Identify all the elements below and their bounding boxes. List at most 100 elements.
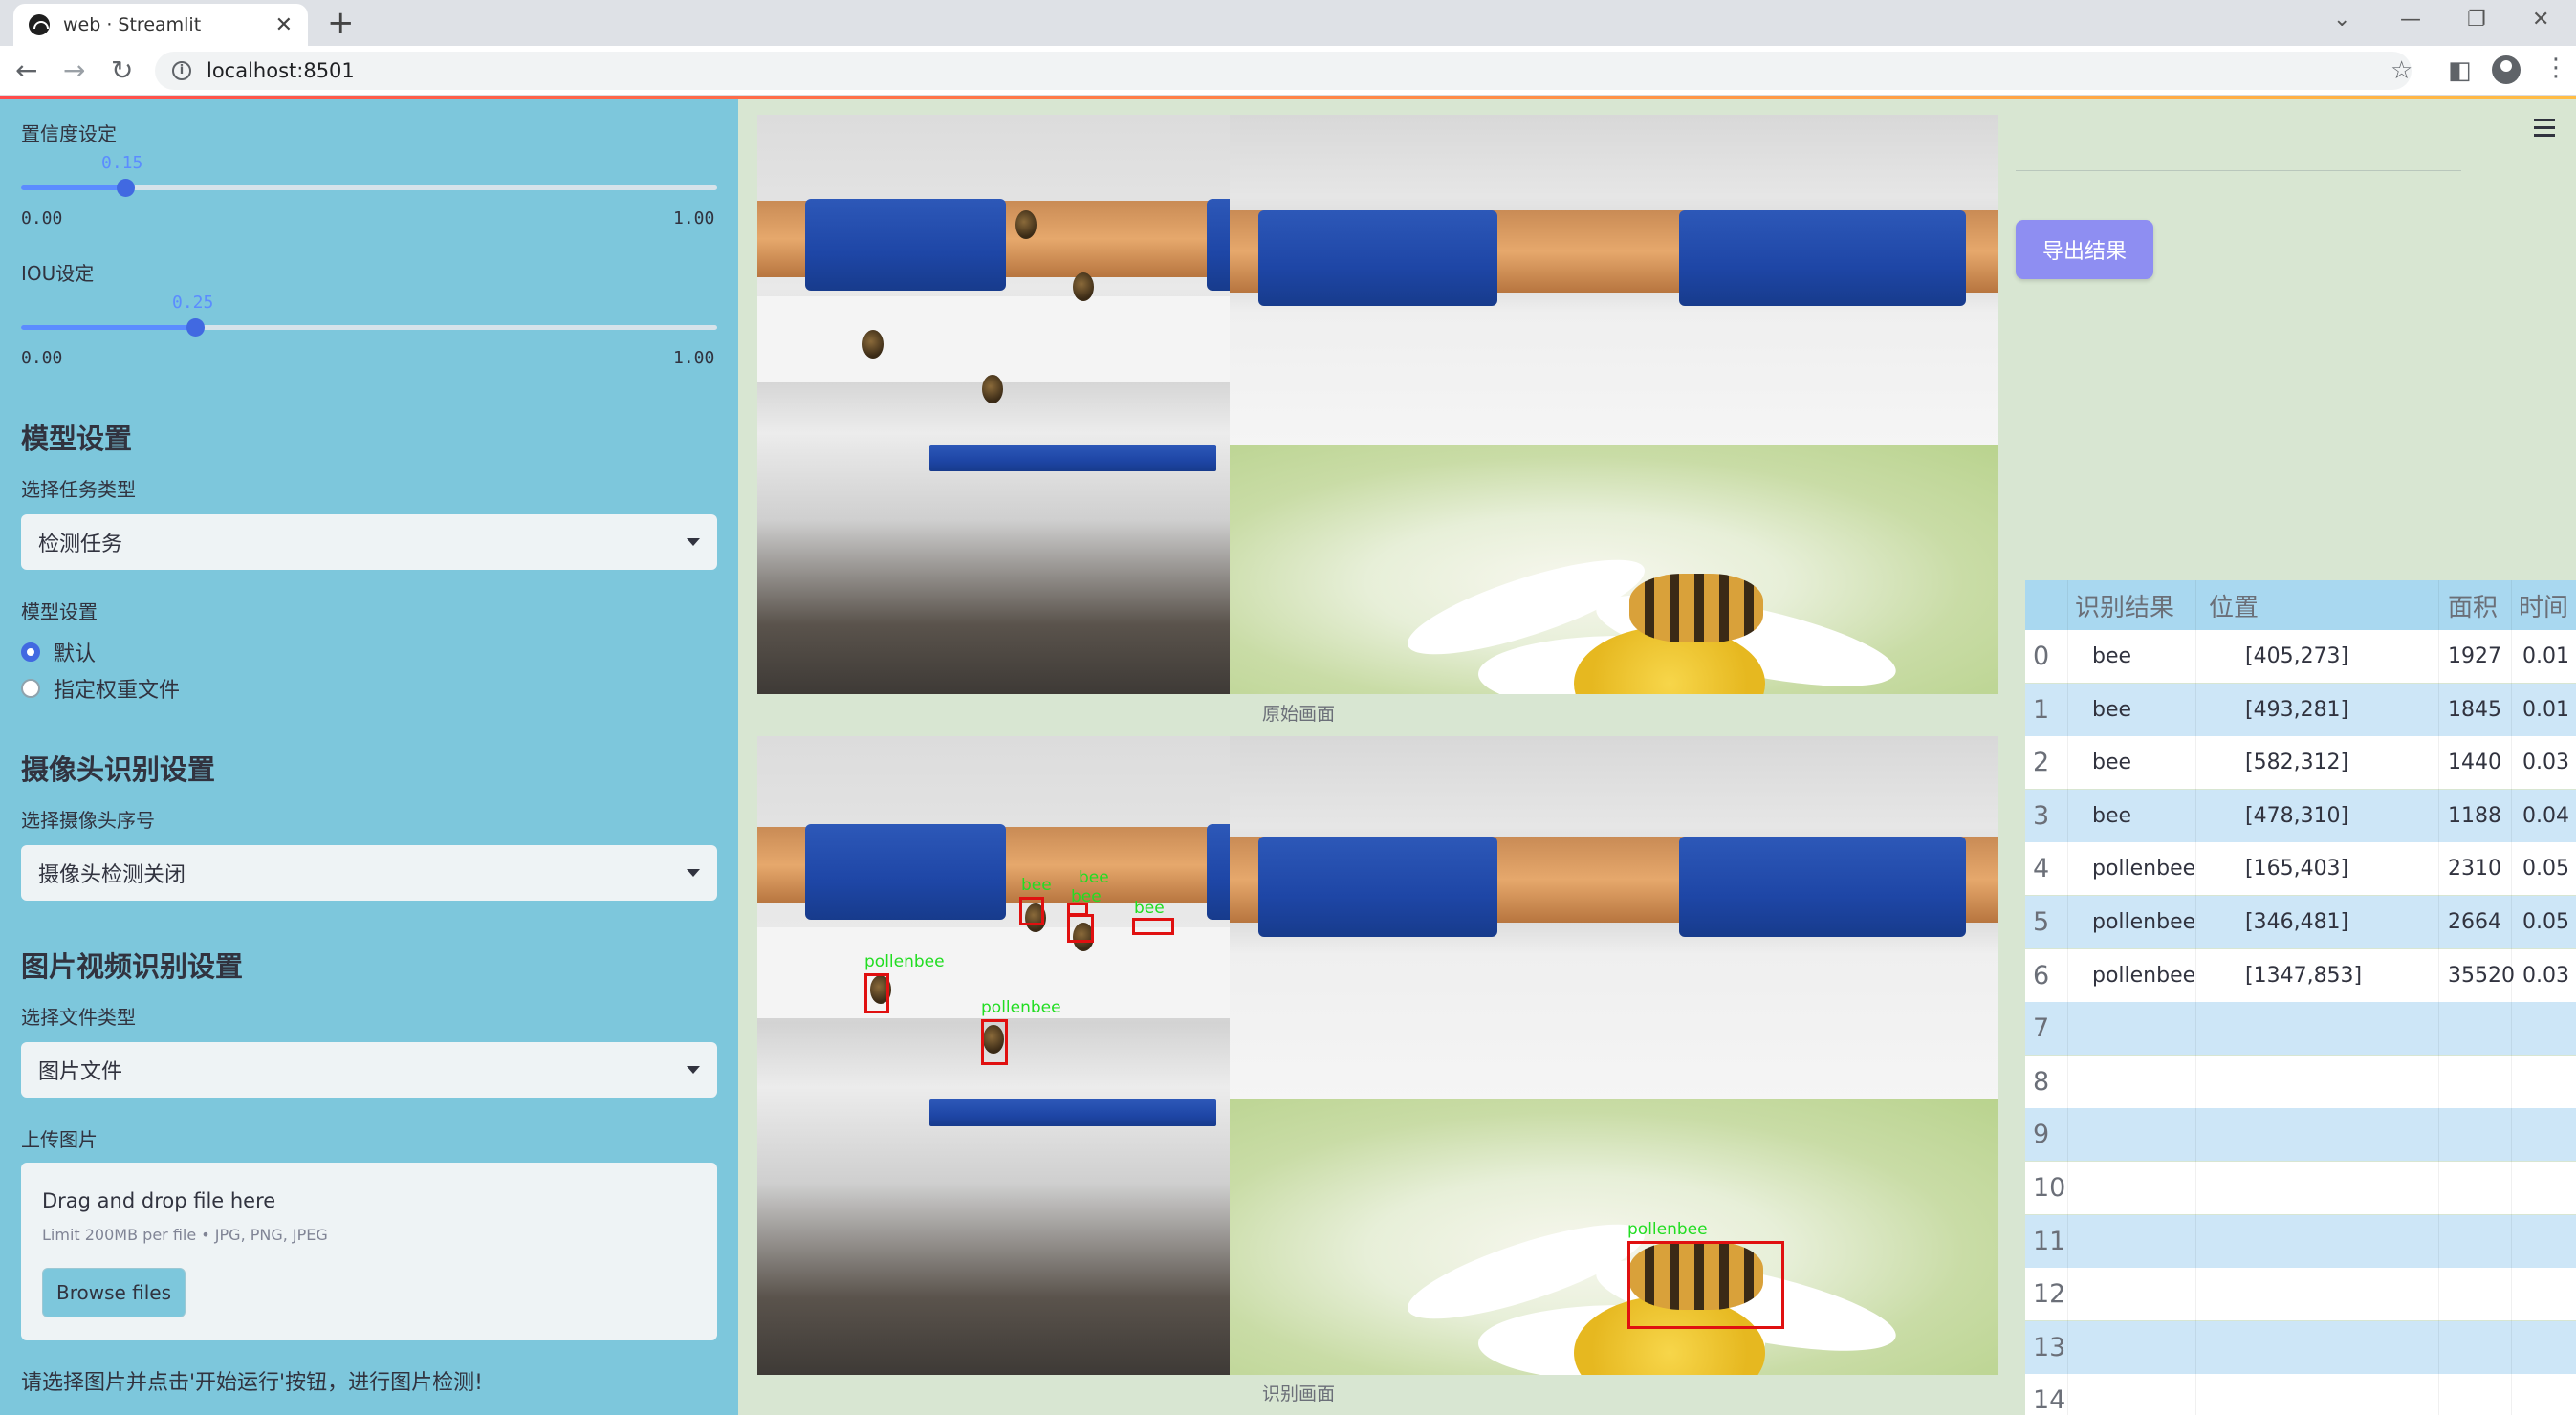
header-result[interactable]: 识别结果 <box>2075 588 2174 623</box>
cell-time: 0.01 <box>2522 644 2569 668</box>
radio-default-label: 默认 <box>54 642 97 666</box>
original-flower-image <box>1230 445 1998 694</box>
file-type-label: 选择文件类型 <box>21 1006 136 1029</box>
cell-area: 35520 <box>2448 963 2515 988</box>
cell-time: 0.03 <box>2522 751 2569 775</box>
url-bar[interactable]: i localhost:8501 <box>155 52 2412 90</box>
column-divider <box>2438 580 2439 1415</box>
task-type-select[interactable]: 检测任务 <box>21 514 717 570</box>
upload-label: 上传图片 <box>21 1128 98 1151</box>
row-index: 5 <box>2033 907 2050 937</box>
reload-icon[interactable]: ↻ <box>111 55 133 86</box>
confidence-slider-thumb[interactable] <box>117 179 136 197</box>
cell-position: [165,403] <box>2245 857 2349 882</box>
browser-tabstrip: web · Streamlit ✕ + ⌄ — ❐ ✕ <box>0 0 2576 46</box>
confidence-max: 1.00 <box>673 208 715 229</box>
cell-result: pollenbee <box>2092 963 2196 988</box>
row-index: 13 <box>2033 1332 2066 1362</box>
cell-area: 2664 <box>2448 910 2501 934</box>
cell-area: 1927 <box>2448 644 2501 668</box>
table-row[interactable]: 10 <box>2025 1162 2576 1214</box>
table-row[interactable]: 7 <box>2025 1002 2576 1056</box>
header-area[interactable]: 面积 <box>2448 588 2498 623</box>
row-index: 9 <box>2033 1120 2050 1150</box>
table-row[interactable]: 6 pollenbee [1347,853] 35520 0.03 <box>2025 948 2576 1002</box>
iou-slider-fill <box>21 325 195 330</box>
table-row[interactable]: 0 bee [405,273] 1927 0.01 <box>2025 630 2576 683</box>
back-icon[interactable]: ← <box>15 55 37 86</box>
header-position[interactable]: 位置 <box>2209 588 2259 623</box>
table-row[interactable]: 5 pollenbee [346,481] 2664 0.05 <box>2025 896 2576 948</box>
profile-avatar[interactable] <box>2492 55 2521 84</box>
site-info-icon[interactable]: i <box>172 61 191 80</box>
original-hive-image-2 <box>1230 115 1998 445</box>
detection-label: pollenbee <box>981 998 1061 1017</box>
detection-label: bee <box>1079 868 1109 887</box>
file-settings-heading: 图片视频识别设置 <box>21 950 244 983</box>
table-row[interactable]: 9 <box>2025 1108 2576 1162</box>
bookmark-star-icon[interactable]: ☆ <box>2390 55 2412 86</box>
tab-close-icon[interactable]: ✕ <box>275 13 293 37</box>
table-row[interactable]: 8 <box>2025 1055 2576 1108</box>
close-window-icon[interactable]: ✕ <box>2532 8 2549 32</box>
radio-checked-icon <box>21 642 40 662</box>
export-results-button[interactable]: 导出结果 <box>2016 220 2153 279</box>
row-index: 0 <box>2033 642 2050 671</box>
model-weights-label: 模型设置 <box>21 600 98 623</box>
confidence-min: 0.00 <box>21 208 63 229</box>
table-row[interactable]: 1 bee [493,281] 1845 0.01 <box>2025 683 2576 736</box>
iou-slider-thumb[interactable] <box>186 318 205 337</box>
browser-toolbar: ← → ↻ i localhost:8501 ☆ ◧ <box>0 46 2576 96</box>
row-index: 4 <box>2033 854 2050 884</box>
detection-box-bee <box>1019 897 1044 925</box>
iou-value: 0.25 <box>172 293 214 313</box>
cell-time: 0.05 <box>2522 910 2569 934</box>
header-time[interactable]: 时间 <box>2519 588 2568 623</box>
table-row[interactable]: 13 <box>2025 1320 2576 1374</box>
cell-position: [346,481] <box>2245 910 2349 934</box>
camera-select[interactable]: 摄像头检测关闭 <box>21 845 717 901</box>
cell-result: pollenbee <box>2092 857 2196 882</box>
detection-label: bee <box>1134 899 1165 918</box>
row-index: 2 <box>2033 748 2050 778</box>
cell-result: bee <box>2092 751 2132 775</box>
file-dropzone[interactable]: Drag and drop file here Limit 200MB per … <box>21 1163 717 1340</box>
browser-menu-icon[interactable]: ⋮ <box>2543 54 2568 82</box>
forward-icon[interactable]: → <box>63 55 85 86</box>
dropzone-limit: Limit 200MB per file • JPG, PNG, JPEG <box>42 1226 328 1244</box>
app-menu-icon[interactable] <box>2534 119 2555 142</box>
table-row[interactable]: 14 <box>2025 1374 2576 1415</box>
results-table[interactable]: 识别结果 位置 面积 时间 0 bee [405,273] 1927 0.01 1 bee [… <box>2025 580 2576 1415</box>
radio-default[interactable]: 默认 <box>21 637 96 667</box>
iou-slider[interactable] <box>21 318 717 337</box>
tab-search-icon[interactable]: ⌄ <box>2333 8 2350 32</box>
cell-time: 0.05 <box>2522 857 2569 882</box>
table-row[interactable]: 4 pollenbee [165,403] 2310 0.05 <box>2025 842 2576 896</box>
task-type-label: 选择任务类型 <box>21 478 136 501</box>
table-header-row: 识别结果 位置 面积 时间 <box>2025 580 2576 630</box>
minimize-icon[interactable]: — <box>2400 8 2421 32</box>
side-panel-icon[interactable]: ◧ <box>2448 55 2472 86</box>
table-row[interactable]: 3 bee [478,310] 1188 0.04 <box>2025 789 2576 842</box>
dropzone-title: Drag and drop file here <box>42 1189 276 1212</box>
radio-custom-weights[interactable]: 指定权重文件 <box>21 673 180 704</box>
cell-position: [493,281] <box>2245 697 2349 722</box>
file-type-select[interactable]: 图片文件 <box>21 1042 717 1098</box>
iou-min: 0.00 <box>21 348 63 368</box>
row-index: 14 <box>2033 1385 2066 1415</box>
table-row[interactable]: 12 <box>2025 1268 2576 1321</box>
table-row[interactable]: 2 bee [582,312] 1440 0.03 <box>2025 736 2576 790</box>
confidence-slider-fill <box>21 185 126 190</box>
chevron-down-icon <box>687 1066 700 1074</box>
model-settings-heading: 模型设置 <box>21 423 133 455</box>
new-tab-icon[interactable]: + <box>327 4 355 42</box>
table-row[interactable]: 11 <box>2025 1214 2576 1268</box>
row-index: 6 <box>2033 960 2050 990</box>
url-text: localhost:8501 <box>207 59 355 82</box>
browser-tab[interactable]: web · Streamlit ✕ <box>13 4 308 46</box>
browse-files-button[interactable]: Browse files <box>42 1268 186 1317</box>
detection-label: pollenbee <box>1627 1220 1708 1239</box>
restore-icon[interactable]: ❐ <box>2467 8 2486 32</box>
file-type-value: 图片文件 <box>38 1060 123 1084</box>
confidence-slider[interactable] <box>21 179 717 197</box>
